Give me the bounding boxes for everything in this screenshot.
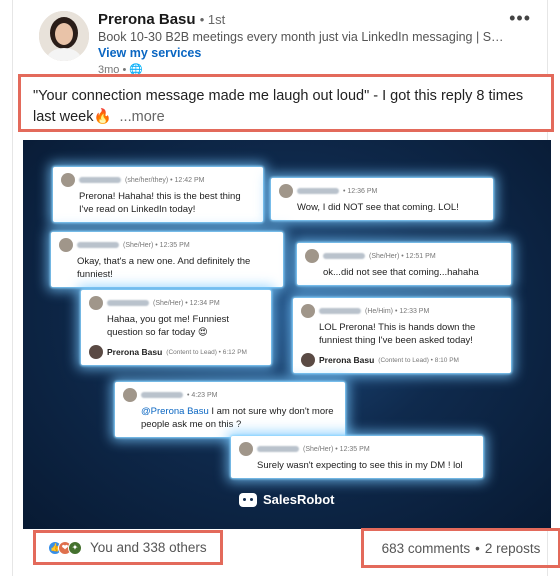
author-headline: Book 10-30 B2B meetings every month just…	[98, 30, 508, 44]
message-card: • 4:23 PM @Prerona Basu I am not sure wh…	[115, 382, 345, 437]
sender-avatar	[305, 249, 319, 263]
reposts-count[interactable]: 2 reposts	[485, 541, 541, 556]
reply-row: Prerona Basu (Content to Lead) • 8:10 PM	[301, 353, 503, 367]
message-meta: (She/Her) • 12:35 PM	[123, 241, 190, 249]
message-text: Wow, I did NOT see that coming. LOL!	[297, 202, 459, 213]
message-text: LOL Prerona! This is hands down the funn…	[319, 322, 476, 346]
feed-post: Prerona Basu • 1st Book 10-30 B2B meetin…	[12, 0, 560, 576]
message-card: (She/Her) • 12:35 PM Surely wasn't expec…	[231, 436, 483, 478]
mention-link: @Prerona Basu	[141, 406, 209, 417]
blurred-name	[77, 242, 119, 248]
sender-avatar	[301, 304, 315, 318]
reply-avatar	[301, 353, 315, 367]
stats-separator: •	[475, 540, 480, 556]
message-card: (She/Her) • 12:51 PM ok...did not see th…	[297, 243, 511, 285]
brand-name: SalesRobot	[263, 492, 335, 507]
message-card: • 12:36 PM Wow, I did NOT see that comin…	[271, 178, 493, 220]
reactions-count[interactable]: You and 338 others	[90, 540, 207, 555]
message-meta: (He/Him) • 12:33 PM	[365, 307, 430, 315]
engagement-stats: 683 comments • 2 reposts	[361, 528, 560, 568]
reply-meta: (Content to Lead) • 6:12 PM	[166, 348, 247, 356]
reply-row: Prerona Basu (Content to Lead) • 6:12 PM	[89, 345, 263, 359]
blurred-name	[141, 392, 183, 398]
post-image[interactable]: (she/her/they) • 12:42 PM Prerona! Hahah…	[23, 140, 551, 529]
message-meta: (She/Her) • 12:51 PM	[369, 252, 436, 260]
post-caption: "Your connection message made me laugh o…	[18, 74, 554, 132]
message-meta: (she/her/they) • 12:42 PM	[125, 176, 205, 184]
reply-meta: (Content to Lead) • 8:10 PM	[378, 356, 459, 364]
sender-avatar	[59, 238, 73, 252]
message-card: (She/Her) • 12:35 PM Okay, that's a new …	[51, 232, 283, 287]
sender-avatar	[123, 388, 137, 402]
connection-degree: • 1st	[199, 12, 226, 27]
blurred-name	[79, 177, 121, 183]
sender-avatar	[239, 442, 253, 456]
sender-avatar	[61, 173, 75, 187]
message-meta: (She/Her) • 12:34 PM	[153, 299, 220, 307]
celebrate-icon: ✦	[68, 540, 82, 555]
reactions-summary[interactable]: 👍 ❤ ✦ You and 338 others	[33, 530, 223, 565]
more-options-icon[interactable]: •••	[509, 8, 531, 29]
message-text: Surely wasn't expecting to see this in m…	[257, 460, 463, 471]
message-meta: • 4:23 PM	[187, 391, 218, 399]
blurred-name	[323, 253, 365, 259]
sender-avatar	[89, 296, 103, 310]
sender-avatar	[279, 184, 293, 198]
reply-name: Prerona Basu	[107, 347, 163, 357]
message-meta: • 12:36 PM	[343, 187, 378, 195]
reply-avatar	[89, 345, 103, 359]
see-more-link[interactable]: ...more	[120, 109, 165, 125]
blurred-name	[297, 188, 339, 194]
reaction-icons: 👍 ❤ ✦	[48, 540, 82, 555]
message-card: (She/Her) • 12:34 PM Hahaa, you got me! …	[81, 290, 271, 365]
comments-count[interactable]: 683 comments	[382, 541, 471, 556]
author-name-text[interactable]: Prerona Basu	[98, 11, 196, 28]
caption-text: "Your connection message made me laugh o…	[33, 88, 524, 125]
blurred-name	[257, 446, 299, 452]
blurred-name	[319, 308, 361, 314]
message-text: ok...did not see that coming...hahaha	[323, 267, 479, 278]
view-services-link[interactable]: View my services	[98, 46, 201, 60]
message-card: (He/Him) • 12:33 PM LOL Prerona! This is…	[293, 298, 511, 373]
reply-name: Prerona Basu	[319, 355, 375, 365]
author-avatar[interactable]	[39, 11, 89, 61]
message-meta: (She/Her) • 12:35 PM	[303, 445, 370, 453]
salesrobot-logo: SalesRobot	[239, 492, 335, 507]
message-text: Prerona! Hahaha! this is the best thing …	[79, 191, 241, 215]
blurred-name	[107, 300, 149, 306]
message-card: (she/her/they) • 12:42 PM Prerona! Hahah…	[53, 167, 263, 222]
robot-icon	[239, 492, 257, 507]
message-text: @Prerona Basu I am not sure why don't mo…	[123, 405, 337, 431]
message-text: Okay, that's a new one. And definitely t…	[77, 256, 251, 280]
message-text: Hahaa, you got me! Funniest question so …	[107, 314, 229, 338]
author-name[interactable]: Prerona Basu • 1st	[98, 11, 225, 28]
